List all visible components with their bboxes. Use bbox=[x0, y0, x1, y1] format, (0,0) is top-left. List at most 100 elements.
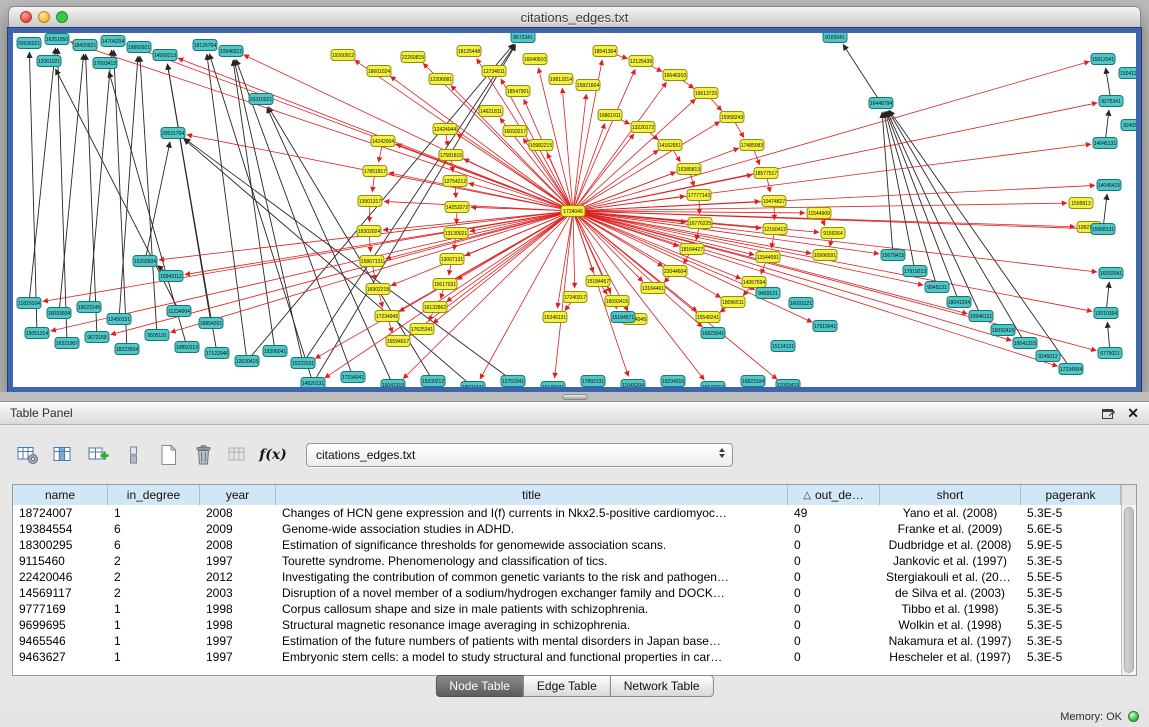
graph-node[interactable]: 16041315 bbox=[381, 380, 405, 388]
graph-node[interactable]: 17240317 bbox=[563, 292, 587, 303]
column-header-in-degree[interactable]: in_degree bbox=[108, 485, 200, 505]
graph-node[interactable]: 16251950 bbox=[45, 34, 69, 45]
graph-node[interactable]: 12450131 bbox=[107, 314, 131, 325]
table-row[interactable]: 1456911722003Disruption of a novel membe… bbox=[13, 585, 1121, 601]
graph-node[interactable]: 12754212 bbox=[443, 176, 467, 187]
graph-node[interactable]: 15222031 bbox=[291, 358, 315, 369]
graph-node[interactable]: 16092415 bbox=[991, 325, 1015, 336]
graph-node[interactable]: 15958243 bbox=[720, 112, 744, 123]
table-cell[interactable]: Estimation of the future numbers of pati… bbox=[276, 634, 788, 648]
table-row[interactable]: 977716911998Corpus callosum shape and si… bbox=[13, 601, 1121, 617]
table-cell[interactable]: 2 bbox=[108, 586, 200, 600]
table-cell[interactable]: 9465546 bbox=[13, 634, 108, 648]
table-cell[interactable]: Hescheler et al. (1997) bbox=[880, 650, 1021, 664]
graph-node[interactable]: 16139041 bbox=[541, 382, 565, 388]
graph-node[interactable]: 14045415 bbox=[1097, 180, 1121, 191]
graph-node[interactable]: 10996591 bbox=[813, 250, 837, 261]
table-cell[interactable]: 5.3E-5 bbox=[1021, 506, 1121, 520]
delete-column-button[interactable] bbox=[189, 442, 217, 468]
table-cell[interactable]: 5.9E-5 bbox=[1021, 538, 1121, 552]
graph-node[interactable]: 12762041 bbox=[501, 376, 525, 387]
graph-node[interactable]: 17919041 bbox=[813, 321, 837, 332]
graph-edge[interactable] bbox=[889, 110, 1071, 369]
graph-node[interactable]: 12734811 bbox=[482, 66, 506, 77]
table-cell[interactable]: 0 bbox=[788, 618, 880, 632]
table-cell[interactable]: Dudbridge et al. (2008) bbox=[880, 538, 1021, 552]
graph-node[interactable]: 14704204 bbox=[101, 36, 125, 47]
table-cell[interactable]: 5.5E-5 bbox=[1021, 570, 1121, 584]
network-canvas[interactable]: 1724046185413041212543916646910196137251… bbox=[13, 33, 1136, 387]
function-builder-button[interactable]: f(x) bbox=[259, 442, 287, 468]
graph-node[interactable]: 16646910 bbox=[663, 70, 687, 81]
graph-node[interactable]: 20936021 bbox=[17, 38, 41, 49]
graph-node[interactable]: 17581815 bbox=[439, 150, 463, 161]
graph-node[interactable]: 16448794 bbox=[869, 98, 893, 109]
table-cell[interactable]: 18724007 bbox=[13, 506, 108, 520]
table-cell[interactable]: Estimation of significance thresholds fo… bbox=[276, 538, 788, 552]
graph-node[interactable]: 12424044 bbox=[433, 124, 457, 135]
tab-edge-table[interactable]: Edge Table bbox=[523, 675, 611, 697]
graph-node[interactable]: 15867131 bbox=[360, 256, 384, 267]
table-mode-button[interactable] bbox=[14, 442, 42, 468]
close-window-button[interactable] bbox=[20, 11, 32, 23]
table-cell[interactable]: Nakamura et al. (1997) bbox=[880, 634, 1021, 648]
graph-node[interactable]: 15821604 bbox=[576, 80, 600, 91]
graph-edge[interactable] bbox=[119, 56, 138, 319]
table-cell[interactable]: 0 bbox=[788, 522, 880, 536]
table-cell[interactable]: 5.3E-5 bbox=[1021, 618, 1121, 632]
graph-node[interactable]: 17234945 bbox=[375, 311, 399, 322]
graph-node[interactable]: 11045204 bbox=[621, 380, 645, 388]
table-cell[interactable]: 0 bbox=[788, 570, 880, 584]
graph-node[interactable]: 19023145 bbox=[77, 302, 101, 313]
graph-node[interactable]: 15041131 bbox=[1119, 68, 1136, 79]
graph-node[interactable]: 16640910 bbox=[523, 54, 547, 65]
graph-node[interactable]: 18096511 bbox=[721, 297, 745, 308]
graph-node[interactable]: 11829104 bbox=[17, 298, 41, 309]
table-cell[interactable]: 6 bbox=[108, 522, 200, 536]
table-cell[interactable]: Stergiakouli et al. (2012) bbox=[880, 570, 1021, 584]
graph-node[interactable]: 18302024 bbox=[357, 226, 381, 237]
graph-node[interactable]: 13220172 bbox=[631, 122, 655, 133]
table-cell[interactable]: 0 bbox=[788, 586, 880, 600]
table-cell[interactable]: Disruption of a novel member of a sodium… bbox=[276, 586, 788, 600]
graph-node[interactable]: 14253272 bbox=[445, 202, 469, 213]
table-cell[interactable]: 2009 bbox=[200, 522, 276, 536]
graph-node[interactable]: 17122046 bbox=[205, 348, 229, 359]
graph-node[interactable]: 16093217 bbox=[503, 126, 527, 137]
graph-node[interactable]: 16092041 bbox=[1099, 268, 1123, 279]
graph-node[interactable]: 16093121 bbox=[789, 298, 813, 309]
float-panel-icon[interactable] bbox=[1101, 407, 1115, 420]
graph-node[interactable]: 11544909 bbox=[807, 208, 831, 219]
table-row[interactable]: 1872400712008Changes of HCN gene express… bbox=[13, 505, 1121, 521]
table-cell[interactable]: 0 bbox=[788, 634, 880, 648]
graph-node[interactable]: 13901317 bbox=[358, 196, 382, 207]
graph-node[interactable]: 19260912 bbox=[331, 50, 355, 61]
graph-edge[interactable] bbox=[303, 44, 515, 363]
graph-edge[interactable] bbox=[573, 211, 777, 379]
graph-node[interactable]: 18547901 bbox=[506, 86, 530, 97]
graph-node[interactable]: 15184571 bbox=[611, 312, 635, 323]
graph-edge[interactable] bbox=[573, 211, 923, 285]
graph-node[interactable]: 16776225 bbox=[688, 218, 712, 229]
column-header-short[interactable]: short bbox=[880, 485, 1021, 505]
graph-node[interactable]: 14045131 bbox=[1093, 138, 1117, 149]
graph-edge[interactable] bbox=[573, 211, 575, 288]
graph-node[interactable]: 16385813 bbox=[677, 164, 701, 175]
table-cell[interactable]: 49 bbox=[788, 506, 880, 520]
graph-node[interactable]: 17892131 bbox=[581, 376, 605, 387]
graph-edge[interactable] bbox=[391, 211, 573, 286]
graph-node[interactable]: 17485083 bbox=[740, 140, 764, 151]
graph-node[interactable]: 14621811 bbox=[479, 106, 503, 117]
table-cell[interactable]: 1 bbox=[108, 634, 200, 648]
table-cell[interactable]: 2 bbox=[108, 570, 200, 584]
graph-edge[interactable] bbox=[888, 111, 1025, 343]
table-row[interactable]: 1938455462009Genome-wide association stu… bbox=[13, 521, 1121, 537]
graph-node[interactable]: 15679415 bbox=[881, 250, 905, 261]
graph-node[interactable]: 17093413 bbox=[93, 58, 117, 69]
graph-node[interactable]: 12206081 bbox=[429, 74, 453, 85]
graph-edge[interactable] bbox=[384, 201, 573, 211]
graph-edge[interactable] bbox=[86, 54, 97, 337]
graph-node[interactable]: 9159264 bbox=[821, 228, 845, 239]
graph-node[interactable]: 18943112 bbox=[159, 271, 183, 282]
table-cell[interactable]: 18300295 bbox=[13, 538, 108, 552]
